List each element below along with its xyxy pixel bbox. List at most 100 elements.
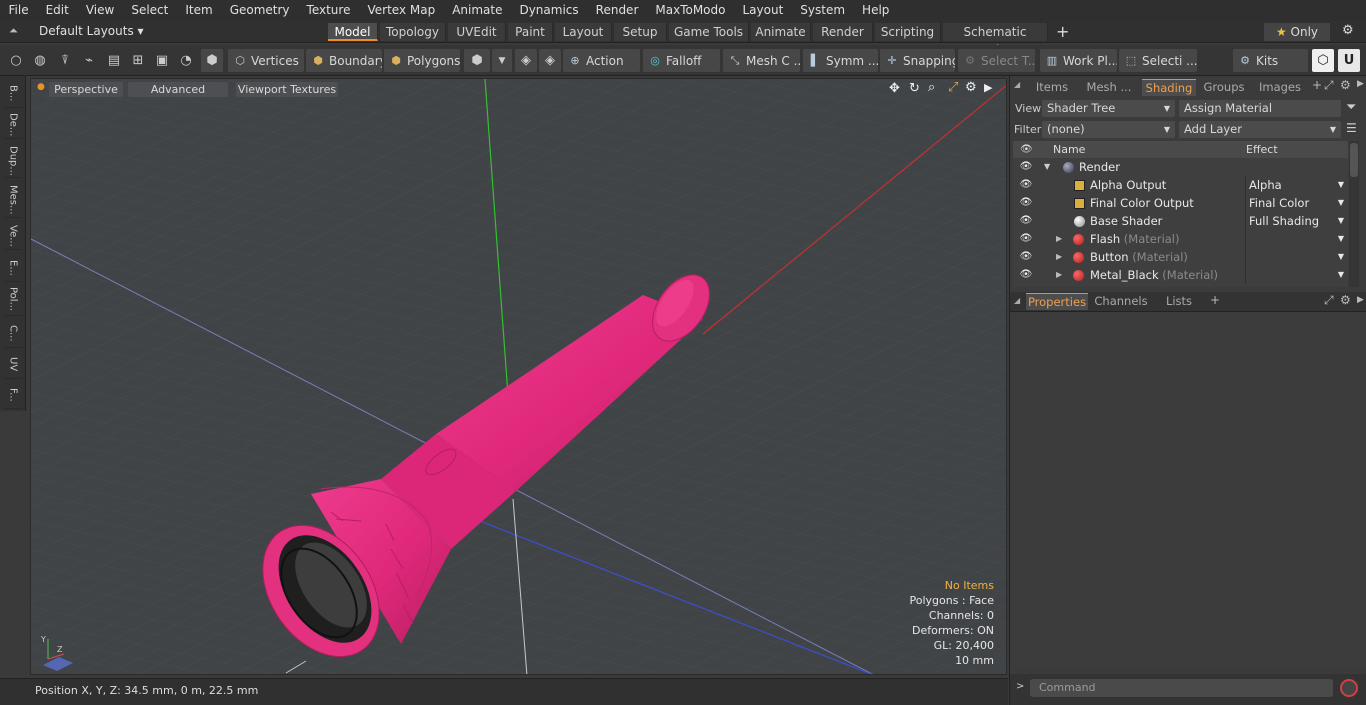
visibility-eye-icon[interactable]: 👁 [1017,266,1035,284]
visibility-eye-icon[interactable]: 👁 [1017,248,1035,266]
perspective-button[interactable]: Perspective [49,82,123,97]
command-history-icon[interactable]: > [1016,681,1024,692]
shader-row-alpha-output[interactable]: 👁 Alpha Output Alpha ▼ [1013,176,1348,194]
menu-dynamics[interactable]: Dynamics [511,0,587,21]
left-tab-duplicate[interactable]: Dup... [4,144,22,178]
tab-groups[interactable]: Groups [1198,79,1250,96]
props-settings-icon[interactable]: ⚙ [1340,293,1351,307]
layout-collapse-icon[interactable]: ⏶ [9,24,18,38]
polygons-button[interactable]: ⬢ Polygons [384,49,460,72]
viewport-expand-icon[interactable]: ▶ [984,81,992,94]
menu-system[interactable]: System [792,0,854,21]
menu-render[interactable]: Render [587,0,647,21]
props-menu-icon[interactable]: ◢ [1014,296,1020,305]
collapse-arrow-icon[interactable]: ▼ [1044,158,1050,176]
filter-funnel-icon[interactable]: ⏷ [1346,100,1356,115]
maximize-view-icon[interactable]: ⤢ [948,80,958,95]
menu-edit[interactable]: Edit [37,0,77,21]
effect-column-header[interactable]: Effect [1246,141,1278,158]
material-mode-icon[interactable]: ⬢ [464,49,490,72]
frame-icon[interactable]: ▣ [151,49,173,72]
default-layouts-dropdown[interactable]: Default Layouts ▾ [39,24,144,38]
left-tab-fusion[interactable]: F... [4,381,22,409]
viewport-menu-icon[interactable]: ● [37,82,45,92]
shader-row-render[interactable]: 👁 ▼ Render [1013,158,1348,176]
left-tab-basic[interactable]: B... [4,80,22,108]
gear-icon[interactable]: ⚙ [1342,23,1354,38]
tab-images[interactable]: Images [1253,79,1307,96]
panel-maximize-icon[interactable]: ⤢ [1324,78,1334,93]
pen-icon[interactable]: ⍒ [54,49,76,72]
expand-arrow-icon[interactable]: ▶ [1056,266,1062,284]
tab-properties[interactable]: Properties [1026,293,1088,310]
scrollbar-thumb[interactable] [1350,143,1358,177]
menu-maxtomodo[interactable]: MaxToModo [647,0,734,21]
left-tab-vertex[interactable]: Ve... [4,222,22,250]
left-tab-edge[interactable]: E... [4,254,22,282]
effect-dropdown[interactable]: Alpha ▼ [1245,176,1348,194]
effect-dropdown[interactable]: Full Shading ▼ [1245,212,1348,230]
kits-button[interactable]: ⚙ Kits [1233,49,1308,72]
grid-icon[interactable]: ⊞ [127,49,149,72]
props-maximize-icon[interactable]: ⤢ [1324,293,1334,308]
menu-view[interactable]: View [77,0,122,21]
effect-dropdown[interactable]: ▼ [1245,248,1348,266]
selection-sets-button[interactable]: ⬚ Selecti ... [1119,49,1197,72]
props-add-tab-icon[interactable]: + [1210,293,1220,307]
3d-viewport[interactable]: Y Z ● Perspective Advanced Viewport Text… [30,78,1007,675]
effect-dropdown[interactable]: ▼ [1245,266,1348,284]
tab-render[interactable]: Render [813,23,873,41]
left-tab-mesh-edit[interactable]: Mes... [4,182,22,218]
filter-dropdown[interactable]: (none) ▼ [1042,121,1175,138]
menu-animate[interactable]: Animate [444,0,511,21]
menu-help[interactable]: Help [854,0,898,21]
unreal-icon[interactable]: U [1338,49,1360,72]
falloff-button[interactable]: ◎ Falloff [643,49,720,72]
clock-icon[interactable]: ◔ [175,49,197,72]
left-tab-uv[interactable]: UV [4,351,22,379]
tab-model[interactable]: Model [328,23,378,41]
shader-tree-scrollbar[interactable] [1349,141,1359,287]
panel-menu-icon[interactable]: ◢ [1014,80,1020,89]
layer-options-icon[interactable]: ☰ [1346,121,1357,135]
align-icon[interactable]: ▤ [103,49,125,72]
select-through-button[interactable]: ⚙ Select T... [958,49,1035,72]
tab-scripting[interactable]: Scripting [875,23,941,41]
command-input[interactable]: Command [1030,679,1333,697]
menu-select[interactable]: Select [123,0,177,21]
snapping-button[interactable]: ✛ Snapping [880,49,955,72]
effect-dropdown[interactable]: Final Color ▼ [1245,194,1348,212]
left-tab-polygon[interactable]: Pol... [4,284,22,316]
panel-expand-icon[interactable]: ▶ [1357,79,1364,89]
left-tab-deform[interactable]: De... [4,111,22,139]
shader-row-flash[interactable]: 👁 ▶ Flash (Material) ▼ [1013,230,1348,248]
brush-icon[interactable]: ⌁ [78,49,100,72]
name-column-header[interactable]: Name [1053,141,1085,158]
visibility-eye-icon[interactable]: 👁 [1017,194,1035,212]
effect-dropdown[interactable]: ▼ [1245,230,1348,248]
shader-row-button[interactable]: 👁 ▶ Button (Material) ▼ [1013,248,1348,266]
symmetry-button[interactable]: ▌ Symm ... [803,49,878,72]
work-plane-button[interactable]: ▥ Work Pl... [1040,49,1117,72]
shader-row-final-color-output[interactable]: 👁 Final Color Output Final Color ▼ [1013,194,1348,212]
viewport-textures-button[interactable]: Viewport Textures [236,82,338,97]
tab-game-tools[interactable]: Game Tools [669,23,749,41]
select-circle-icon[interactable]: ○ [5,49,27,72]
visibility-eye-icon[interactable]: 👁 [1017,212,1035,230]
record-macro-icon[interactable] [1340,679,1358,697]
props-expand-icon[interactable]: ▶ [1357,295,1364,305]
symmetry-b-icon[interactable]: ◈ [539,49,561,72]
tab-items[interactable]: Items [1028,79,1076,96]
panel-add-tab-icon[interactable]: + [1312,78,1322,92]
tab-schematic-fusion[interactable]: Schematic Fusion [943,23,1048,57]
visibility-eye-icon[interactable]: 👁 [1017,176,1035,194]
rotate-view-icon[interactable]: ↻ [909,81,920,96]
assign-material-button[interactable]: Assign Material [1179,100,1341,117]
tab-mesh[interactable]: Mesh ... [1080,79,1138,96]
visibility-eye-icon[interactable]: 👁 [1017,158,1035,176]
boundary-button[interactable]: ⬢ Boundary [306,49,382,72]
tab-paint[interactable]: Paint [508,23,553,41]
add-tab-icon[interactable]: + [1056,22,1069,41]
tab-lists[interactable]: Lists [1153,293,1205,310]
shader-row-metal-black[interactable]: 👁 ▶ Metal_Black (Material) ▼ [1013,266,1348,284]
